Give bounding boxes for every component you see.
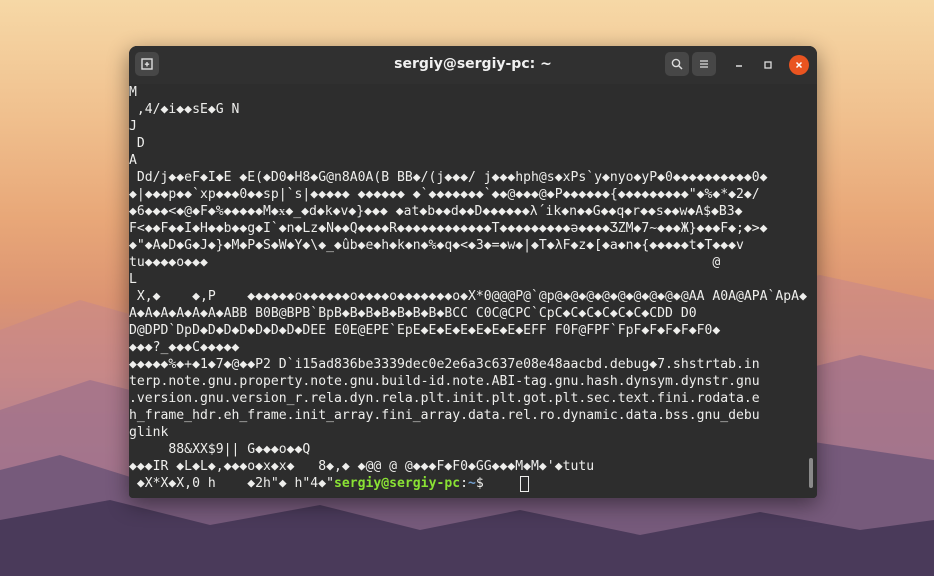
terminal-line: ◆◆◆◆◆%◆+◆1◆7◆@◆◆P2 D`i15ad836be3339dec0e… [129,357,760,372]
terminal-line: glink [129,425,169,440]
terminal-line: terp.note.gnu.property.note.gnu.build-id… [129,374,760,389]
maximize-button[interactable] [758,55,778,75]
terminal-line: tu◆◆◆◆o◆◆◆ @ [129,255,721,270]
scrollbar[interactable] [809,458,813,488]
prompt-path: ~ [468,476,476,491]
terminal-line: ,4/◆i◆◆sE◆G N [129,102,240,117]
close-icon [795,61,803,69]
menu-button[interactable] [692,52,716,76]
text-cursor [520,476,529,492]
close-button[interactable] [789,55,809,75]
terminal-line: A [129,153,137,168]
terminal-line: A◆A◆A◆A◆A◆A◆ABB B0B@BPB`BpB◆B◆B◆B◆B◆B◆B◆… [129,306,697,321]
terminal-line: ◆|◆◆◆p◆◆`xp◆◆◆0◆◆sp|`s|◆◆◆◆◆ ◆◆◆◆◆◆ ◆`◆◆… [129,187,760,202]
titlebar[interactable]: sergiy@sergiy-pc: ~ [129,46,817,85]
hamburger-menu-icon [700,60,708,68]
terminal-line: ◆6◆◆◆<◆@◆F◆%◆◆◆◆◆M◆ӿ◆_◆d◆k◆v◆}◆◆◆ ◆at◆b◆… [129,204,743,219]
terminal-line: .version.gnu.version_r.rela.dyn.rela.plt… [129,391,760,406]
terminal-line: ◆"◆A◆D◆G◆J◆}◆M◆P◆S◆W◆Y◆\◆_◆ûb◆e◆h◆k◆n◆%◆… [129,238,744,253]
terminal-line: 88&XX$9|| G◆◆◆o◆◆Q [129,442,311,457]
terminal-line: h_frame_hdr.eh_frame.init_array.fini_arr… [129,408,760,423]
prompt-user-host: sergiy@sergiy-pc [333,476,461,491]
minimize-button[interactable] [729,55,749,75]
terminal-line: ◆◆◆?̲◆◆◆C◆◆◆◆◆ [129,340,240,355]
prompt-symbol: $ [475,476,492,491]
prompt-line[interactable]: ◆X*X◆X,0 h ◆2h"◆ h"4◆"sergiy@sergiy-pc:~… [129,475,492,492]
minimize-icon [736,65,742,67]
search-button[interactable] [665,52,689,76]
prompt-separator: : [460,476,468,491]
terminal-line: L [129,272,137,287]
terminal-window[interactable]: sergiy@sergiy-pc: ~ M ,4/◆i◆◆sE◆G N J D … [129,46,817,498]
prompt-prefix: ◆X*X◆X,0 h ◆2h"◆ h"4◆" [129,476,334,491]
maximize-icon [764,61,772,69]
terminal-line: F<◆◆F◆◆I◆H◆◆b◆◆g◆I`◆n◆Lz◆N◆◆Q◆◆◆◆R◆◆◆◆◆◆… [129,221,768,236]
terminal-line: D@DPD`DpD◆D◆D◆D◆D◆D◆D◆DEE E0E@EPE`EpE◆E◆… [129,323,721,338]
terminal-line: X,◆ ◆,P ◆◆◆◆◆◆o◆◆◆◆◆◆o◆◆◆◆o◆◆◆◆◆◆◆o◆X*0@… [129,289,807,304]
terminal-line: Dd/j◆◆eF◆I◆E ◆E(◆D0◆H8◆G@n8A0A(B BB◆/(j◆… [129,170,768,185]
terminal-line: J [129,119,137,134]
terminal-output[interactable]: M ,4/◆i◆◆sE◆G N J D A Dd/j◆◆eF◆I◆E ◆E(◆D… [129,84,817,498]
search-icon [671,58,683,70]
terminal-line: D [129,136,145,151]
terminal-line: M [129,85,137,100]
terminal-line: ◆◆◆IR ◆L◆L◆,◆◆◆o◆x◆x◆ 8◆,◆ ◆@@ @ @◆◆◆F◆F… [129,459,595,474]
